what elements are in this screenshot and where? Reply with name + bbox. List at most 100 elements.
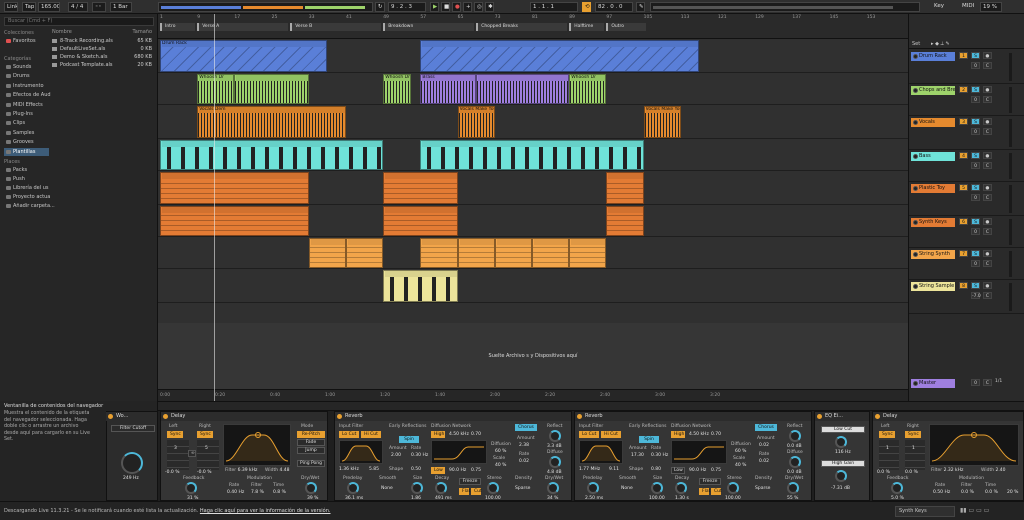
chorus-amount-value[interactable]: 0.02 [759, 443, 769, 448]
track-activator[interactable]: 1 [959, 52, 968, 59]
link-button[interactable]: Link [4, 2, 18, 12]
clip-synth-keys-3[interactable] [606, 206, 644, 236]
input-width-value[interactable]: 9.11 [609, 467, 619, 472]
high-shelf-button[interactable]: High [671, 431, 685, 438]
volume-field[interactable]: 0 [971, 96, 980, 103]
spin-button[interactable]: Spin [639, 436, 659, 443]
pan-field[interactable]: C [983, 228, 992, 235]
clip-brass-1[interactable]: Brass [420, 74, 477, 104]
sidebar-item-plantillas[interactable]: Plantillas [4, 147, 49, 156]
quantize-menu[interactable]: 1 Bar [110, 2, 132, 12]
sidebar-item-favorites[interactable]: Favoritos [4, 37, 49, 45]
low-gain-value[interactable]: 0.75 [471, 468, 481, 473]
midi-map-label[interactable]: MIDI [960, 2, 978, 12]
fade-button[interactable]: Fade [297, 439, 325, 446]
mini-overview[interactable] [650, 2, 920, 12]
loop-start[interactable]: 1 . 1 . 1 [530, 2, 578, 12]
track-header[interactable]: Synth Keys 6 S ● 0 C [909, 216, 1024, 248]
sidebar-item-midi-effects[interactable]: MIDI Effects [4, 101, 49, 109]
low-freq-value[interactable]: 90.0 Hz [449, 468, 466, 473]
clip-synth-keys-1[interactable] [160, 206, 309, 236]
place-item-3[interactable]: Proyecto actua [4, 193, 50, 201]
predelay-knob[interactable] [587, 482, 599, 494]
width-value[interactable]: 2.40 [996, 468, 1006, 473]
master-vol[interactable]: 0 [971, 379, 980, 386]
clip-brass-2[interactable] [476, 74, 570, 104]
loop-toggle[interactable]: ⟲ [582, 2, 591, 12]
delay-filter-display[interactable] [223, 424, 291, 466]
master-track-name[interactable]: Master [911, 379, 955, 388]
clip-chops-1[interactable] [234, 74, 309, 104]
clip-drum-rack-2[interactable] [420, 40, 700, 72]
shape-value[interactable]: 0.50 [411, 467, 421, 472]
track-name[interactable]: Drum Rack [911, 52, 955, 61]
track-activator[interactable]: 8 [959, 282, 968, 289]
reflect-knob[interactable] [789, 430, 801, 442]
sidebar-item-samples[interactable]: Samples [4, 129, 49, 137]
solo-button[interactable]: S [971, 86, 980, 93]
input-freq-value[interactable]: 1.36 kHz [339, 467, 359, 472]
mod-rate-value[interactable]: 0.50 Hz [933, 490, 950, 495]
chorus-rate-value[interactable]: 0.02 [519, 459, 529, 464]
reflect-knob[interactable] [549, 430, 561, 442]
diffuse-knob[interactable] [789, 456, 801, 468]
track-fold-icon[interactable] [913, 220, 918, 225]
playhead[interactable] [214, 14, 215, 401]
er-amount-value[interactable]: 2.00 [391, 453, 401, 458]
diffusion-value[interactable]: 60 % [495, 449, 506, 454]
low-freq-value[interactable]: 90.0 Hz [689, 468, 706, 473]
ping-pong-button[interactable]: Ping Pong [297, 460, 325, 467]
high-freq-value[interactable]: 4.50 kHz [449, 432, 469, 437]
shape-value[interactable]: 0.80 [651, 467, 661, 472]
repitch-button[interactable]: Re-Pitch [297, 431, 325, 438]
track-header[interactable]: Plastic Toy 5 S ● 0 C [909, 182, 1024, 216]
track-name[interactable]: String Sample [911, 282, 955, 291]
solo-button[interactable]: S [971, 52, 980, 59]
solo-button[interactable]: S [971, 250, 980, 257]
overview-strip[interactable] [158, 2, 373, 12]
width-value[interactable]: 4.48 [280, 468, 290, 473]
timeline-ruler[interactable]: 1 9 17 25 33 41 49 57 65 73 81 89 97 105 113 121 129 137 1… [158, 14, 908, 39]
right-offset[interactable]: 0.0 % [905, 470, 918, 475]
filter-freq-value[interactable]: 6.39 kHz [238, 468, 258, 473]
filter-freq-value[interactable]: 2.32 kHz [944, 468, 964, 473]
solo-button[interactable]: S [971, 218, 980, 225]
time-signature[interactable]: 4 / 4 [68, 2, 88, 12]
mod-filter-value[interactable]: 7.8 % [251, 490, 264, 495]
low-gain-value[interactable]: 0.75 [711, 468, 721, 473]
locator-chopped-breaks[interactable]: Chopped Breaks [476, 23, 568, 31]
col-name-header[interactable]: Nombre [52, 28, 72, 36]
clip-whoosh-3[interactable]: Whoosh Dr [569, 74, 607, 104]
pan-field[interactable]: C [983, 292, 992, 299]
decay-knob[interactable] [435, 482, 447, 494]
clip-string-synth-3[interactable] [420, 238, 458, 268]
metronome-toggle[interactable]: ◦◦ [92, 2, 106, 12]
sidebar-item-plug-ins[interactable]: Plug-Ins [4, 110, 49, 118]
decay-knob[interactable] [675, 482, 687, 494]
device-power-icon[interactable] [163, 414, 168, 419]
smooth-menu[interactable]: None [381, 486, 393, 491]
right-sync-button[interactable]: Sync [197, 431, 213, 438]
device-power-icon[interactable] [577, 414, 582, 419]
mod-time-value[interactable]: 0.8 % [273, 490, 286, 495]
device-power-icon[interactable] [108, 414, 113, 419]
clip-whoosh-2[interactable]: Whoosh Dr [383, 74, 412, 104]
density-menu[interactable]: Sparse [515, 486, 530, 491]
track-fold-icon[interactable] [913, 186, 918, 191]
track-activator[interactable]: 7 [959, 250, 968, 257]
left-division-grid[interactable] [879, 440, 899, 470]
volume-field[interactable]: 0 [971, 228, 980, 235]
track-name[interactable]: String Synth [911, 250, 955, 259]
key-map-label[interactable]: Key [932, 2, 950, 12]
locator-verse-b[interactable]: Verse B [290, 23, 382, 31]
chorus-amount-value[interactable]: 2.38 [519, 443, 529, 448]
flat-button[interactable]: Flat [459, 488, 470, 495]
draw-mode-icon[interactable]: ✎ [636, 2, 645, 12]
follow-button[interactable]: ↻ [375, 2, 385, 12]
volume-field[interactable]: -7.0 [971, 292, 981, 299]
volume-field[interactable]: 0 [971, 62, 980, 69]
track-header[interactable]: Bass 4 S ● 0 C [909, 150, 1024, 182]
place-item-1[interactable]: Push [4, 175, 49, 183]
left-sync-button[interactable]: Sync [167, 431, 183, 438]
sidebar-item-drums[interactable]: Drums [4, 72, 49, 80]
